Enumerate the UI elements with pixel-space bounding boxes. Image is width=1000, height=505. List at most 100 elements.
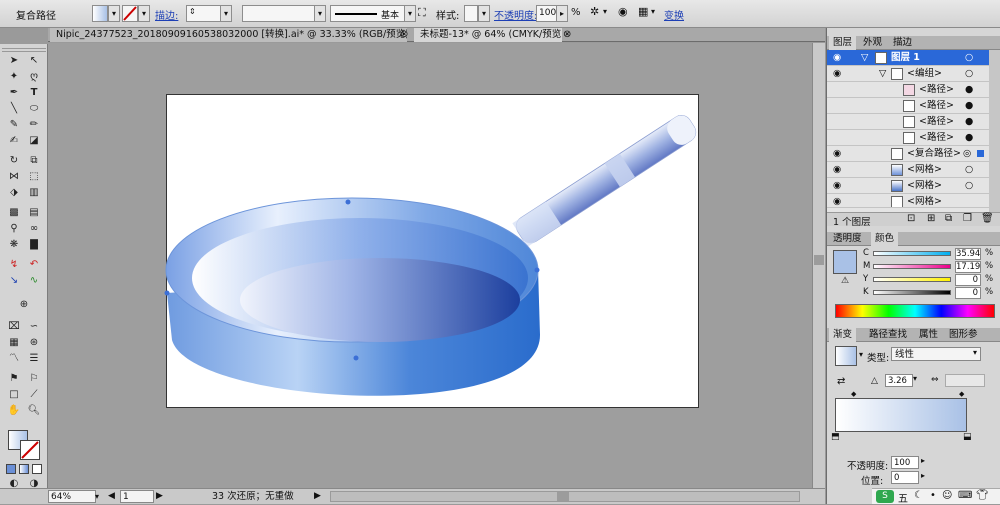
horizontal-scroll-thumb[interactable] [557,492,569,501]
shirt-icon[interactable]: 👕︎ [976,490,989,501]
aspect-ratio-input[interactable] [945,374,985,387]
tab-stroke[interactable]: 描边 [889,36,916,50]
tab-appearance[interactable]: 外观 [859,36,886,50]
zoom-dropdown-arrow[interactable]: ▾ [95,490,105,503]
collapse-arrow-icon[interactable]: ▽ [861,50,868,65]
trash-icon[interactable]: 🗑︎ [981,213,994,224]
color-stop-icon[interactable]: ⬒ [831,432,840,442]
rectangle-small-icon[interactable]: □ [4,387,24,402]
stop-location-arrow[interactable]: ▸ [921,471,925,480]
eye-icon[interactable]: ◉ [833,178,841,193]
color-fill-swatch[interactable] [833,250,857,274]
globe-icon[interactable]: ◉ [618,5,628,18]
clipping-mask-icon[interactable]: ⊞ [927,213,935,224]
align-grid-icon[interactable]: ▦ [638,5,648,18]
style-swatch[interactable] [464,5,478,22]
target-icon[interactable]: ○ [965,162,973,177]
eye-icon[interactable]: ◉ [833,66,841,81]
dot-icon[interactable]: • [930,490,936,501]
target-icon[interactable]: ● [965,82,973,97]
channel-slider-y[interactable] [873,277,951,282]
slice-tool-icon[interactable]: ∽ [24,319,44,334]
layer-row-path[interactable]: <路径> ● [827,98,989,114]
target-icon[interactable]: ● [965,114,973,129]
stroke-weight-dropdown[interactable]: ▾ [220,5,232,22]
zoom-tool-icon[interactable]: 🔍︎ [24,403,44,418]
layer-row-layer-1[interactable]: ◉ ▽ 图层 1 ○ [827,50,989,66]
symbol-sprayer-tool-icon[interactable]: ❋ [4,237,24,252]
color-mode-button[interactable] [6,464,16,474]
selection-indicator[interactable] [977,150,984,157]
anchor-point[interactable] [534,267,540,273]
vertical-scrollbar[interactable] [812,43,825,488]
live-paint-selection-icon[interactable]: ⊛ [24,335,44,350]
blend-object-tool-icon[interactable]: ⚐ [24,371,44,386]
ime-logo-icon[interactable]: S [876,490,894,503]
magic-wand-tool-icon[interactable]: ✦ [4,69,24,84]
channel-input-m[interactable]: 17.19 [955,261,981,273]
moon-icon[interactable]: ☾ [914,490,923,501]
smile-icon[interactable]: ☺ [942,490,952,501]
tab-pathfinder[interactable]: 路径查找 [865,328,911,342]
target-icon[interactable]: ◎ [963,146,971,161]
chart-line-tool-icon[interactable]: 〽 [4,351,24,366]
style-dropdown[interactable]: ▾ [478,5,490,22]
opacity-link[interactable]: 不透明度: [494,7,537,22]
out-of-gamut-icon[interactable]: ⚠ [841,276,849,286]
eye-icon[interactable]: ◉ [833,162,841,177]
paintbrush-tool-icon[interactable]: ✎ [4,117,24,132]
new-sublayer-icon[interactable]: ⧉ [945,213,952,224]
layer-row-compound-path[interactable]: ◉ <复合路径> ◎ [827,146,989,162]
stroke-swatch[interactable] [122,5,138,22]
layer-row-path[interactable]: <路径> ● [827,82,989,98]
type-tool-icon[interactable]: T [24,85,44,100]
keyboard-icon[interactable]: ⌨ [958,490,972,501]
status-menu-arrow[interactable]: ▶ [314,490,321,503]
graphic-style-icon[interactable]: ⛶ [418,6,426,20]
width-tool-icon[interactable]: ⋈ [4,169,24,184]
channel-slider-m[interactable] [873,264,951,269]
midpoint-diamond-icon[interactable]: ◆ [959,390,964,398]
eraser-tool-icon[interactable]: ◪ [24,133,44,148]
blob-brush-tool-icon[interactable]: ✍ [4,133,24,148]
color-spectrum[interactable] [835,304,995,318]
variable-width-dropdown[interactable]: ▾ [314,5,326,22]
none-mode-button[interactable] [32,464,42,474]
layer-row-mesh[interactable]: ◉ <网格> ○ [827,162,989,178]
anchor-point[interactable] [345,199,351,205]
target-icon[interactable]: ● [965,130,973,145]
blend-tool-icon[interactable]: ∞ [24,221,44,236]
reverse-gradient-icon[interactable]: ⇄ [837,376,845,387]
tab-layers[interactable]: 图层 [829,36,857,50]
warp-tool-icon[interactable]: ∿ [24,273,44,288]
gradient-type-select[interactable]: 线性 [891,347,981,361]
gradient-angle-input[interactable]: 3.26 [885,374,913,387]
measure-tool-icon[interactable]: ⚑ [4,371,24,386]
curvature-tool-icon[interactable]: ↶ [24,257,44,272]
stop-opacity-input[interactable]: 100 [891,456,919,469]
reshape-tool-icon[interactable]: ↯ [4,257,24,272]
locate-object-icon[interactable]: ⊡ [907,213,915,224]
layers-scrollbar[interactable] [989,50,1000,212]
fill-swatch[interactable] [92,5,108,22]
tab-graphic-styles[interactable]: 图形参 [945,328,982,342]
layer-row-path[interactable]: <路径> ● [827,130,989,146]
align-dropdown-arrow[interactable]: ▾ [651,7,655,16]
target-icon[interactable]: ○ [965,178,973,193]
artboard-number-input[interactable]: 1 [120,490,154,503]
hand-tool-icon[interactable]: ✋ [4,403,24,418]
list-tool-icon[interactable]: ☰ [24,351,44,366]
channel-slider-k[interactable] [873,290,951,295]
stop-opacity-arrow[interactable]: ▸ [921,456,925,465]
channel-input-k[interactable]: 0 [955,287,981,299]
transform-link[interactable]: 变换 [664,7,684,22]
tab-untitled-13[interactable]: 未标题-13* @ 64% (CMYK/预览) [414,28,562,42]
stroke-dropdown-arrow[interactable]: ▾ [138,5,150,22]
brush-definition-dropdown[interactable]: ▾ [404,5,416,22]
rotate-tool-icon[interactable]: ↻ [4,153,24,168]
eye-icon[interactable]: ◉ [833,194,841,207]
gradient-tool-icon[interactable]: ▤ [24,205,44,220]
new-layer-icon[interactable]: ❐ [963,213,972,224]
anchor-point[interactable] [164,290,170,296]
previous-artboard-icon[interactable]: ◀ [108,490,115,503]
